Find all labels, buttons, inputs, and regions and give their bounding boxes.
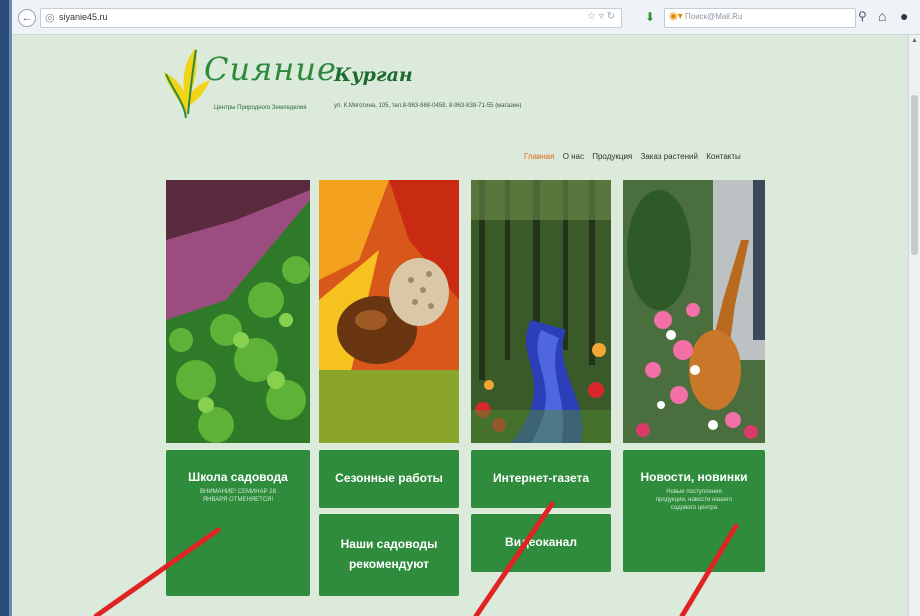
annotation-arrows: [93, 501, 739, 616]
browser-toolbar: ← ◎ siyanie45.ru ☆ ▿ ↻ ⬇ ◉▾ Поиск@Mail.R…: [12, 0, 920, 35]
tile-video-channel[interactable]: Видеоканал: [471, 514, 611, 572]
download-icon[interactable]: ⬇: [645, 10, 655, 24]
logo-subtitle: Центры Природного Земледелия: [214, 105, 307, 111]
nav-order-plants[interactable]: Заказ растений: [641, 152, 698, 161]
tile-seasonal-work[interactable]: Сезонные работы: [319, 450, 459, 508]
url-text[interactable]: siyanie45.ru: [59, 12, 108, 22]
main-navigation: Главная О нас Продукция Заказ растений К…: [524, 152, 747, 161]
browser-window: ← ◎ siyanie45.ru ☆ ▿ ↻ ⬇ ◉▾ Поиск@Mail.R…: [12, 0, 920, 616]
home-icon[interactable]: ⌂: [878, 8, 886, 24]
clover-path-photo[interactable]: [166, 180, 310, 443]
search-bar[interactable]: ◉▾ Поиск@Mail.Ru: [664, 8, 856, 28]
tile-subtitle: Новые поступления продукции, новости наш…: [655, 489, 733, 511]
nav-products[interactable]: Продукция: [592, 152, 632, 161]
back-button[interactable]: ←: [18, 9, 36, 27]
globe-icon: ◎: [45, 12, 55, 24]
extension-icon[interactable]: ●: [900, 8, 908, 24]
tile-title: Школа садовода: [188, 470, 288, 484]
tile-gardener-school[interactable]: Школа садовода ВНИМАНИЕ! СЕМИНАР 28 ЯНВА…: [166, 450, 310, 596]
scroll-up-arrow-icon[interactable]: ▲: [911, 37, 918, 44]
tile-news[interactable]: Новости, новинки Новые поступления проду…: [623, 450, 765, 572]
tile-title: Наши садоводы рекомендуют: [340, 537, 438, 571]
search-icon[interactable]: ⚲: [858, 9, 867, 23]
address-bar[interactable]: ◎ siyanie45.ru ☆ ▿ ↻: [40, 8, 622, 28]
city-name: Курган: [334, 64, 413, 86]
bookmark-star-icon[interactable]: ☆ ▿ ↻: [587, 11, 615, 22]
tile-internet-newspaper[interactable]: Интернет-газета: [471, 450, 611, 508]
forest-flower-river-photo[interactable]: [471, 180, 611, 443]
nav-home[interactable]: Главная: [524, 152, 554, 161]
vertical-scrollbar[interactable]: ▲: [908, 35, 920, 616]
acorn-autumn-photo[interactable]: [319, 180, 459, 443]
tile-title: Сезонные работы: [335, 471, 443, 485]
tile-gardeners-recommend[interactable]: Наши садоводы рекомендуют: [319, 514, 459, 596]
search-input[interactable]: Поиск@Mail.Ru: [685, 12, 742, 21]
search-engine-icon[interactable]: ◉▾: [669, 11, 683, 22]
logo-wordmark[interactable]: Сияние: [204, 50, 337, 88]
nav-contacts[interactable]: Контакты: [706, 152, 741, 161]
address-line: ул. К.Мяготина, 105, тел.8-963-868-0458,…: [334, 103, 522, 109]
scroll-thumb[interactable]: [911, 95, 918, 255]
nav-about[interactable]: О нас: [563, 152, 584, 161]
tile-subtitle: ВНИМАНИЕ! СЕМИНАР 28 ЯНВАРЯ ОТМЕНЯЕТСЯ!: [200, 489, 276, 503]
flower-violin-photo[interactable]: [623, 180, 765, 443]
tile-title: Видеоканал: [505, 535, 577, 549]
tile-title: Интернет-газета: [492, 471, 590, 485]
tile-title: Новости, новинки: [640, 470, 748, 484]
desktop-taskbar-edge: [0, 0, 12, 616]
